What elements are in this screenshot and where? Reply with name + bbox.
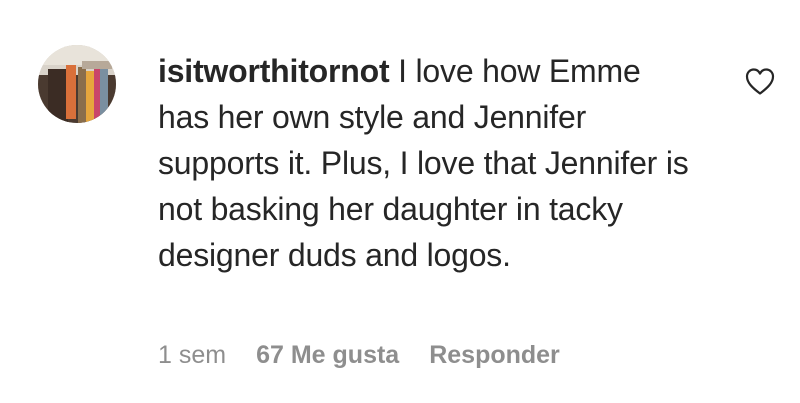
comment-likes-count[interactable]: 67 Me gusta (256, 341, 399, 370)
reply-button[interactable]: Responder (429, 341, 560, 370)
comment: isitworthitornot I love how Emme has her… (0, 0, 800, 403)
heart-outline-icon[interactable] (744, 66, 776, 96)
comment-body: isitworthitornot I love how Emme has her… (158, 48, 698, 278)
comment-time[interactable]: 1 sem (158, 341, 226, 370)
avatar-image (38, 45, 116, 123)
avatar[interactable] (38, 45, 116, 123)
comment-meta: 1 sem 67 Me gusta Responder (158, 337, 560, 373)
username-link[interactable]: isitworthitornot (158, 53, 390, 89)
